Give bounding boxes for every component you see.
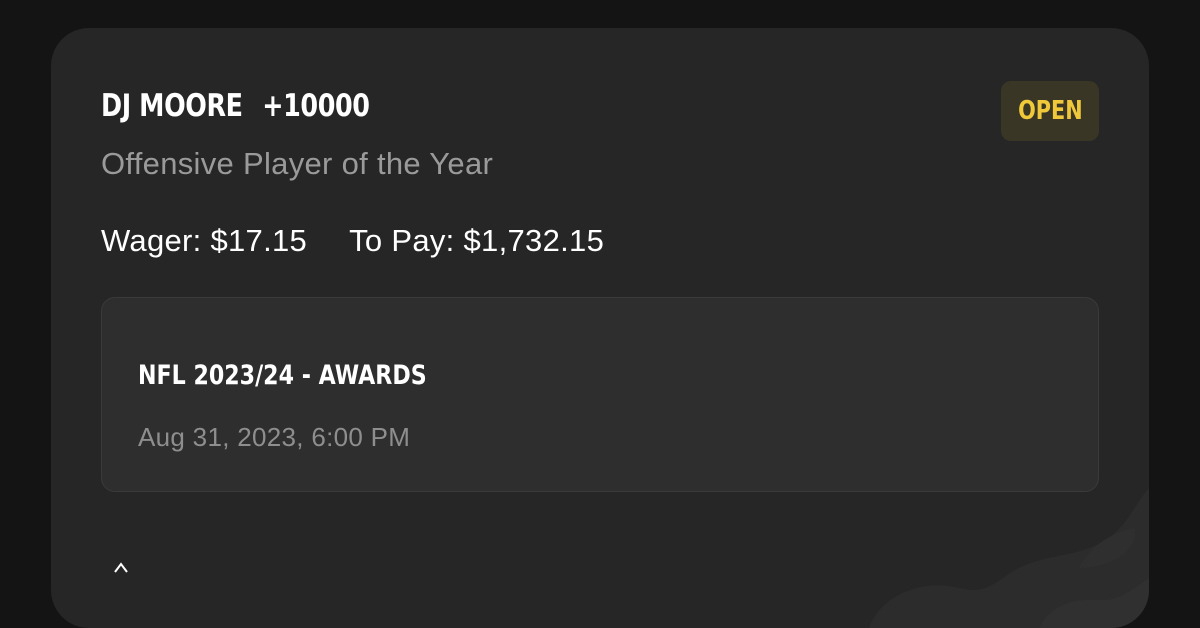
chevron-up-icon[interactable]	[113, 560, 129, 576]
market-name: Offensive Player of the Year	[101, 146, 494, 181]
bet-odds: +10000	[262, 88, 370, 124]
event-name: NFL 2023/24 - AWARDS	[138, 360, 427, 391]
to-pay-amount: To Pay: $1,732.15	[349, 223, 605, 258]
status-label: OPEN	[1017, 96, 1083, 126]
bet-amounts: Wager: $17.15 To Pay: $1,732.15	[101, 223, 604, 259]
wager-amount: Wager: $17.15	[101, 223, 308, 258]
event-date: Aug 31, 2023, 6:00 PM	[138, 422, 411, 452]
player-name: DJ MOORE	[101, 88, 243, 124]
bet-card[interactable]: DJ MOORE +10000 OPEN Offensive Player of…	[51, 28, 1149, 628]
status-badge: OPEN	[1001, 81, 1099, 141]
bet-title: DJ MOORE +10000	[101, 88, 370, 124]
event-info-box[interactable]: NFL 2023/24 - AWARDS Aug 31, 2023, 6:00 …	[101, 297, 1099, 492]
